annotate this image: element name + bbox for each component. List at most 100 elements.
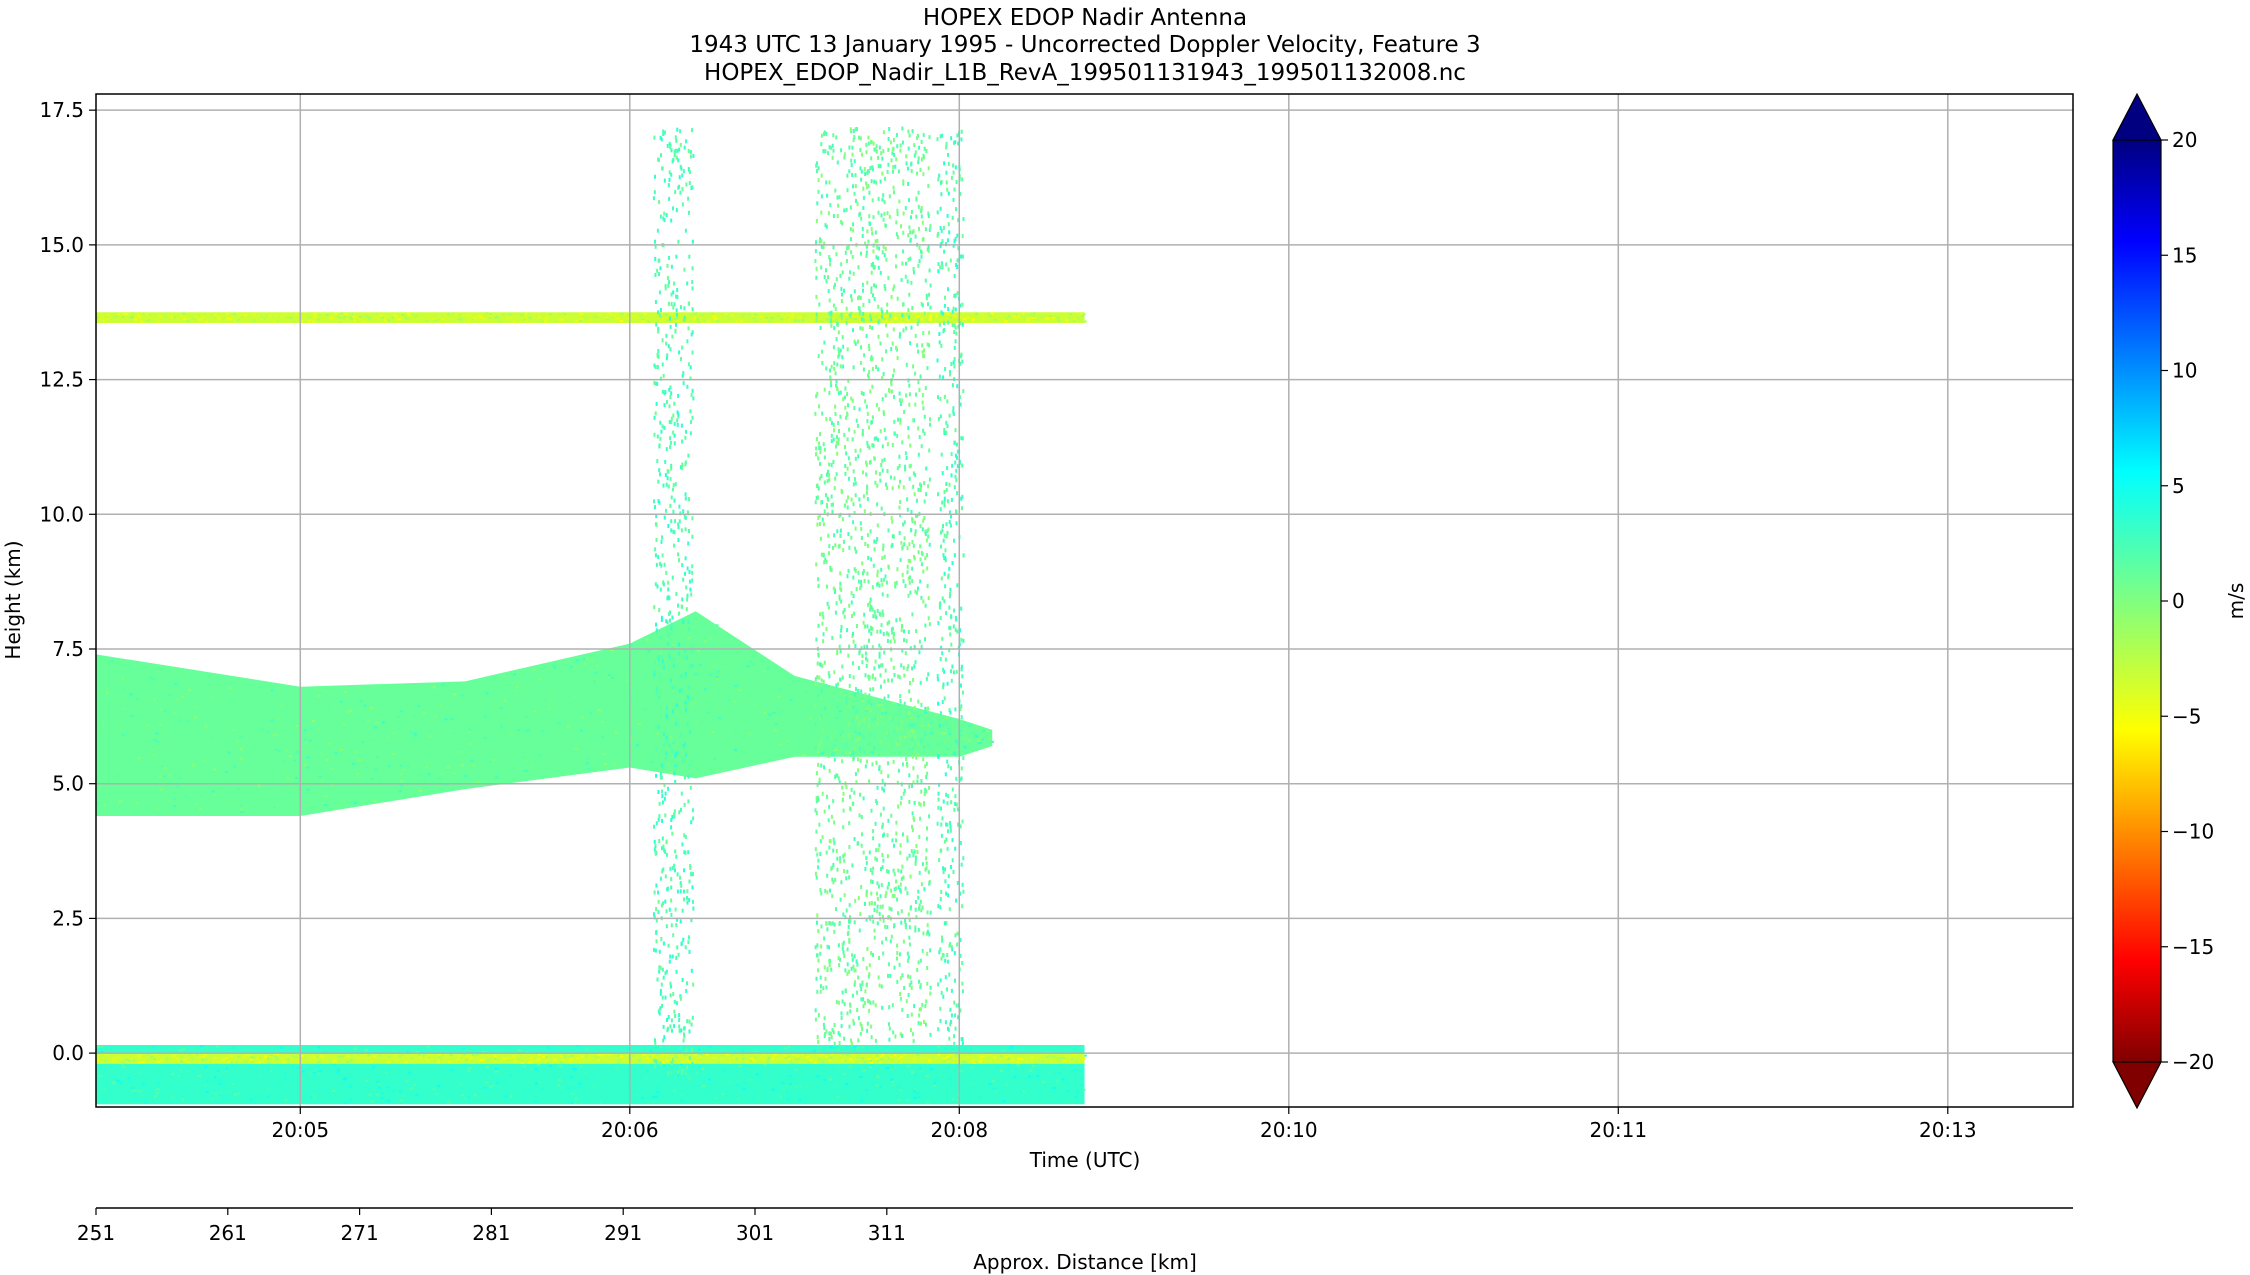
velocity-pixel [728, 318, 732, 321]
velocity-pixel [138, 1071, 142, 1074]
velocity-pixel [198, 1057, 202, 1060]
velocity-pixel [927, 534, 930, 539]
velocity-pixel [692, 906, 695, 911]
velocity-pixel [927, 672, 930, 677]
velocity-pixel [883, 679, 886, 684]
velocity-pixel [278, 726, 282, 729]
velocity-pixel [515, 685, 519, 688]
velocity-pixel [828, 311, 831, 316]
velocity-pixel [848, 939, 851, 944]
velocity-pixel [513, 680, 517, 683]
velocity-pixel [803, 1059, 806, 1062]
velocity-pixel [1081, 1054, 1084, 1057]
velocity-pixel [820, 737, 823, 742]
velocity-pixel [667, 484, 670, 489]
velocity-pixel [917, 742, 920, 747]
velocity-pixel [688, 579, 691, 584]
velocity-pixel [860, 177, 863, 182]
velocity-pixel [887, 774, 890, 779]
velocity-pixel [801, 738, 805, 741]
velocity-pixel [685, 585, 688, 590]
velocity-pixel [923, 887, 926, 892]
velocity-pixel [668, 1067, 671, 1072]
velocity-pixel [776, 707, 780, 710]
velocity-pixel [166, 685, 170, 688]
velocity-pixel [471, 1060, 475, 1063]
velocity-pixel [354, 1046, 358, 1048]
velocity-pixel [902, 875, 905, 880]
velocity-pixel [920, 882, 923, 887]
velocity-pixel [542, 1055, 546, 1058]
velocity-pixel [908, 315, 911, 320]
velocity-pixel [690, 186, 693, 191]
velocity-pixel [845, 785, 848, 790]
velocity-pixel [667, 595, 670, 600]
velocity-pixel [874, 1003, 877, 1008]
velocity-pixel [921, 316, 925, 319]
velocity-pixel [343, 691, 347, 694]
velocity-pixel [686, 1019, 689, 1024]
velocity-pixel [99, 1074, 103, 1077]
velocity-pixel [900, 278, 903, 282]
velocity-pixel [868, 693, 871, 698]
velocity-pixel [541, 1087, 545, 1090]
velocity-pixel [954, 794, 957, 799]
velocity-pixel [901, 126, 904, 131]
velocity-pixel [904, 922, 907, 927]
velocity-pixel [817, 166, 820, 171]
velocity-pixel [814, 682, 817, 687]
velocity-pixel [689, 702, 692, 707]
velocity-pixel [874, 901, 876, 906]
velocity-pixel [339, 319, 343, 322]
velocity-pixel [905, 638, 908, 643]
velocity-pixel [692, 816, 695, 821]
velocity-pixel [866, 419, 869, 423]
velocity-pixel [467, 1069, 471, 1072]
velocity-pixel [483, 1086, 487, 1089]
velocity-pixel [688, 764, 692, 767]
velocity-pixel [609, 314, 613, 316]
velocity-pixel [183, 1058, 187, 1061]
velocity-pixel [135, 697, 139, 700]
velocity-pixel [655, 686, 658, 691]
velocity-pixel [435, 1093, 439, 1096]
velocity-pixel [815, 240, 817, 245]
velocity-pixel [645, 638, 649, 641]
velocity-pixel [892, 868, 895, 873]
velocity-pixel [831, 921, 834, 926]
velocity-pixel [329, 776, 333, 779]
velocity-pixel [977, 740, 981, 742]
velocity-pixel [207, 320, 211, 323]
velocity-pixel [589, 711, 593, 714]
velocity-pixel [1049, 315, 1053, 317]
velocity-pixel [409, 1087, 413, 1090]
velocity-pixel [525, 729, 529, 732]
velocity-pixel [874, 856, 877, 861]
velocity-pixel [916, 774, 919, 779]
velocity-pixel [658, 969, 661, 974]
velocity-pixel [872, 919, 875, 924]
velocity-pixel [1057, 320, 1061, 323]
velocity-pixel [875, 799, 878, 804]
velocity-pixel [847, 733, 850, 738]
velocity-pixel [890, 158, 893, 163]
velocity-pixel [857, 896, 860, 901]
velocity-pixel [785, 1092, 789, 1094]
velocity-pixel [494, 1067, 498, 1070]
velocity-pixel [681, 842, 684, 847]
velocity-pixel [826, 927, 829, 932]
velocity-pixel [864, 902, 866, 906]
velocity-pixel [945, 180, 948, 185]
velocity-pixel [828, 839, 831, 844]
velocity-pixel [1072, 1054, 1076, 1057]
velocity-pixel [159, 708, 163, 711]
velocity-pixel [667, 283, 670, 288]
velocity-pixel [657, 555, 660, 559]
velocity-pixel [836, 856, 839, 861]
velocity-pixel [686, 722, 689, 727]
velocity-pixel [429, 692, 433, 694]
velocity-pixel [1050, 1055, 1054, 1058]
velocity-pixel [680, 166, 683, 171]
velocity-pixel [850, 535, 853, 540]
velocity-pixel [585, 657, 589, 660]
